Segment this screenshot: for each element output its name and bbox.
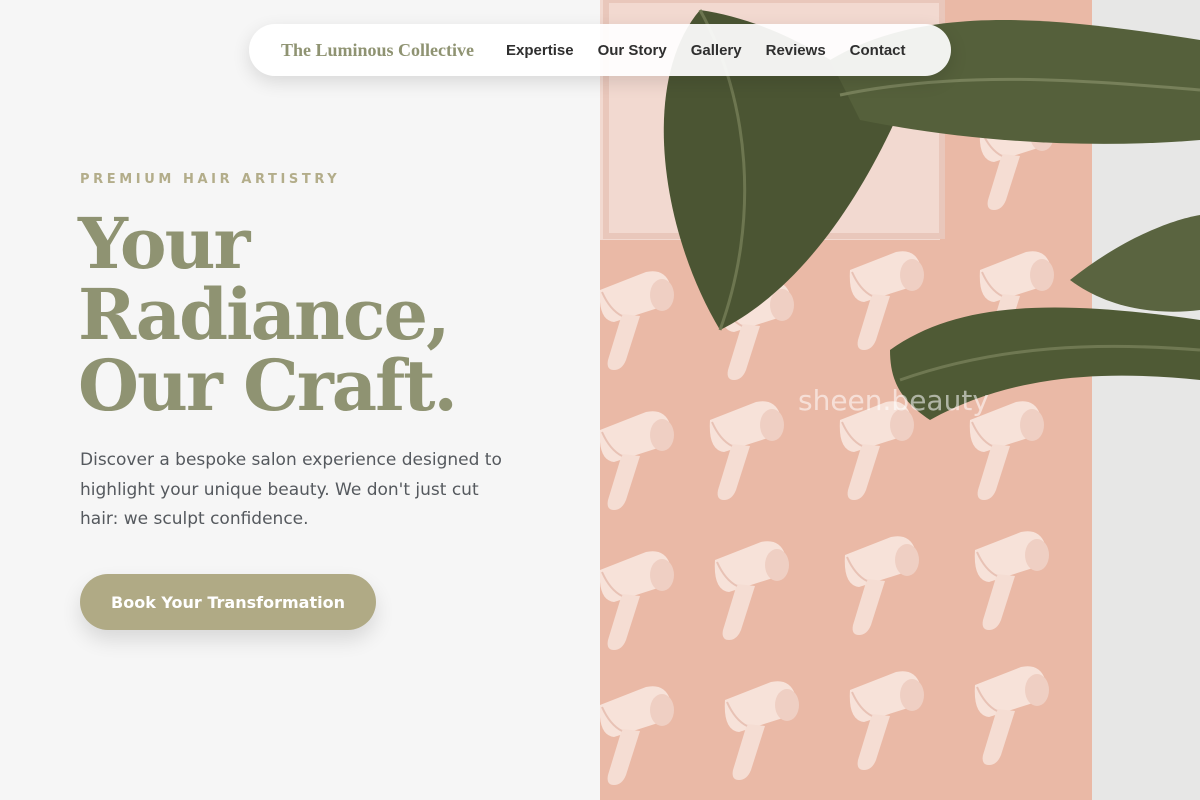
nav-link-our-story[interactable]: Our Story — [598, 42, 667, 59]
brand-logo[interactable]: The Luminous Collective — [281, 40, 474, 61]
hero-headline-line-2: Radiance, — [78, 273, 450, 356]
hero-eyebrow: PREMIUM HAIR ARTISTRY — [80, 172, 341, 187]
hero-photo: sheen.beauty — [600, 0, 1200, 800]
nav-link-reviews[interactable]: Reviews — [766, 42, 826, 59]
nav-link-gallery[interactable]: Gallery — [691, 42, 742, 59]
hero-left-panel: PREMIUM HAIR ARTISTRY Your Radiance, Our… — [0, 0, 600, 800]
hero-headline-line-1: Your — [78, 202, 250, 285]
top-navigation: The Luminous Collective Expertise Our St… — [249, 24, 951, 76]
nav-link-expertise[interactable]: Expertise — [506, 42, 574, 59]
hero-description: Discover a bespoke salon experience desi… — [80, 450, 502, 529]
photo-watermark: sheen.beauty — [798, 384, 989, 417]
nav-links: Expertise Our Story Gallery Reviews Cont… — [506, 42, 906, 59]
hero-headline-line-3: Our Craft. — [78, 344, 458, 427]
nav-link-contact[interactable]: Contact — [850, 42, 906, 59]
hero-headline: Your Radiance, Our Craft. — [78, 208, 578, 421]
book-transformation-button[interactable]: Book Your Transformation — [80, 574, 376, 630]
